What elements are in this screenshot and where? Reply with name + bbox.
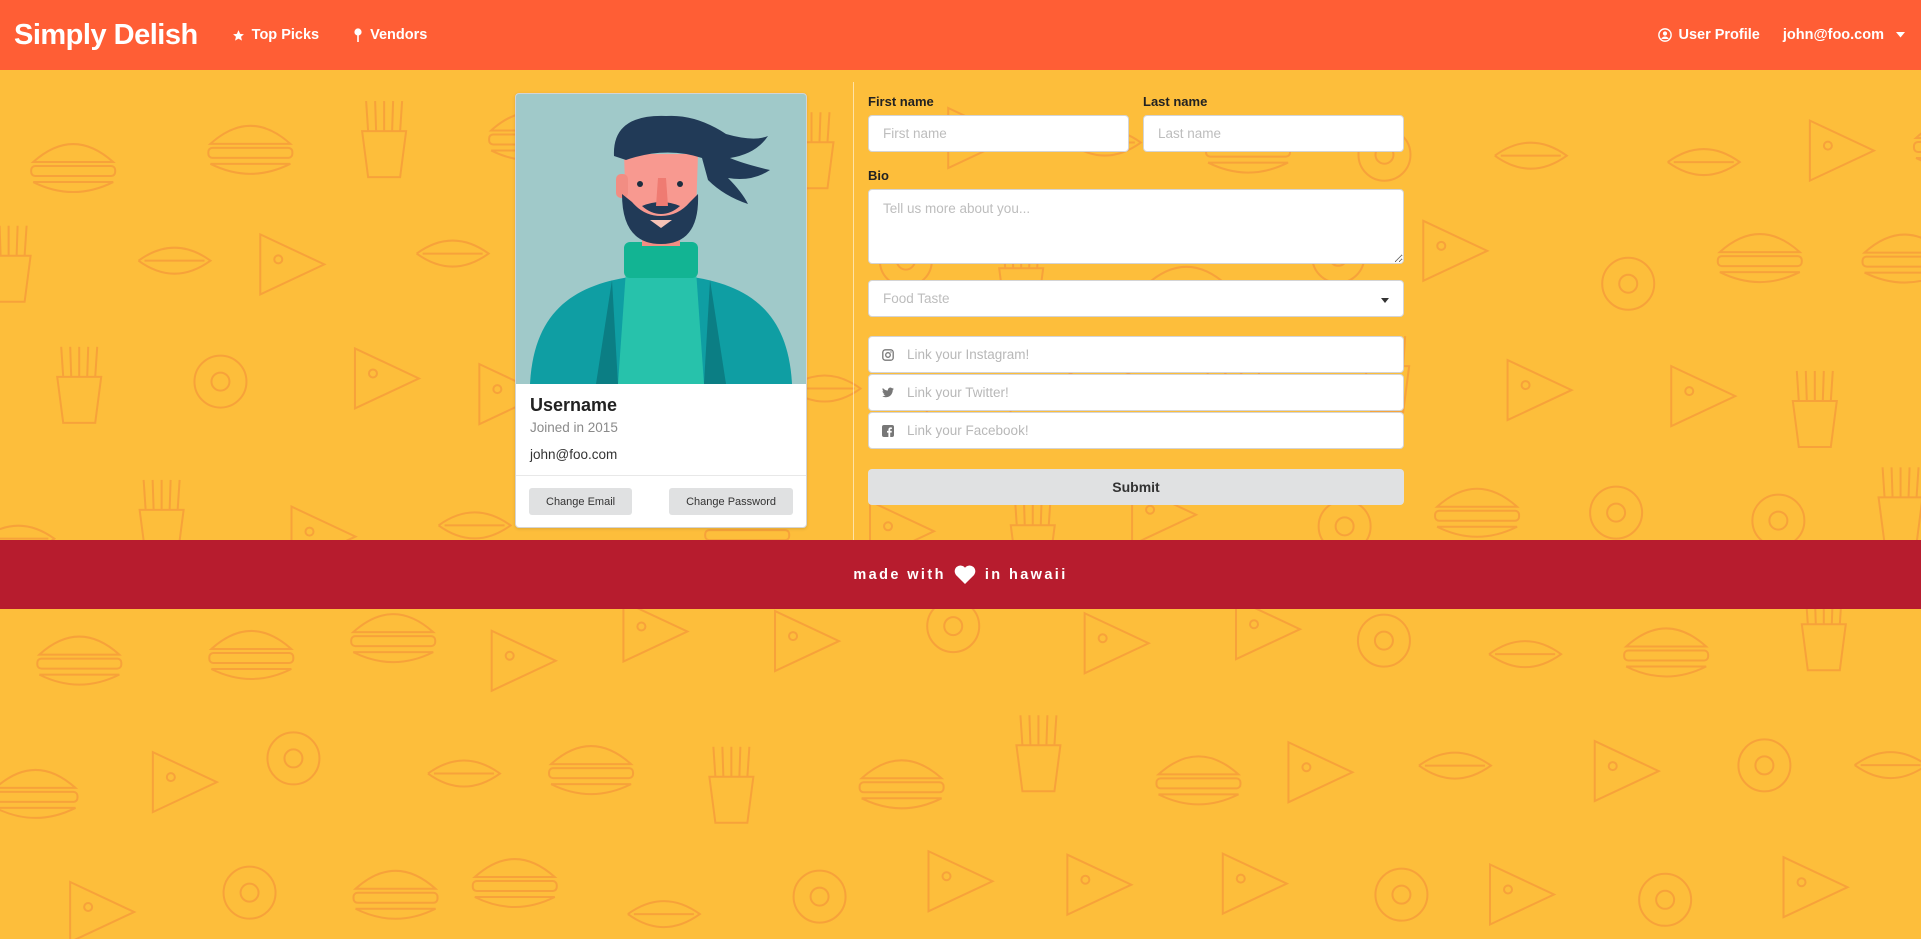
star-icon: [232, 29, 245, 42]
profile-email: john@foo.com: [530, 447, 618, 462]
change-email-button[interactable]: Change Email: [529, 488, 633, 515]
submit-button[interactable]: Submit: [868, 469, 1404, 505]
last-name-input[interactable]: [1143, 115, 1404, 152]
vertical-divider: [853, 82, 854, 540]
caret-down-icon: [1896, 32, 1905, 38]
map-pin-icon: [353, 28, 363, 42]
user-email: john@foo.com: [1782, 27, 1884, 43]
instagram-input[interactable]: [907, 347, 1403, 362]
nav-item-user-profile[interactable]: User Profile: [1658, 27, 1760, 43]
footer-band: made with in hawaii: [0, 540, 1921, 609]
facebook-input[interactable]: [907, 423, 1403, 438]
last-name-label: Last name: [1143, 94, 1208, 109]
footer-text-after: in hawaii: [984, 566, 1068, 583]
avatar-illustration: [516, 94, 806, 384]
heart-icon: [954, 565, 976, 584]
nav-item-label: User Profile: [1678, 27, 1760, 43]
bio-textarea[interactable]: [868, 189, 1404, 264]
food-taste-dropdown[interactable]: Food Taste: [868, 280, 1404, 317]
profile-joined-date: Joined in 2015: [530, 420, 618, 435]
facebook-icon: [882, 424, 894, 437]
caret-down-icon: [1381, 291, 1389, 306]
user-circle-icon: [1658, 28, 1673, 42]
top-navbar: Simply Delish Top Picks Vendors User Pro…: [0, 0, 1921, 70]
first-name-input[interactable]: [868, 115, 1129, 152]
food-taste-placeholder: Food Taste: [883, 291, 950, 306]
twitter-input-group: [868, 374, 1404, 411]
twitter-input[interactable]: [907, 385, 1403, 400]
nav-item-vendors[interactable]: Vendors: [353, 27, 427, 43]
nav-item-label: Top Picks: [251, 27, 320, 43]
change-password-button[interactable]: Change Password: [669, 488, 793, 515]
profile-form: First name Last name Bio Food Taste: [868, 94, 1404, 505]
user-email-dropdown[interactable]: john@foo.com: [1783, 27, 1905, 43]
instagram-icon: [882, 348, 894, 361]
first-name-label: First name: [868, 94, 934, 109]
nav-item-label: Vendors: [370, 27, 428, 43]
bio-label: Bio: [868, 168, 889, 183]
facebook-input-group: [868, 412, 1404, 449]
profile-username: Username: [530, 395, 618, 415]
profile-card: Username Joined in 2015 john@foo.com Cha…: [515, 93, 807, 528]
twitter-icon: [882, 387, 894, 398]
footer-text-before: made with: [853, 566, 946, 583]
brand-logo[interactable]: Simply Delish: [14, 19, 198, 52]
nav-item-top-picks[interactable]: Top Picks: [232, 27, 319, 43]
instagram-input-group: [868, 336, 1404, 373]
